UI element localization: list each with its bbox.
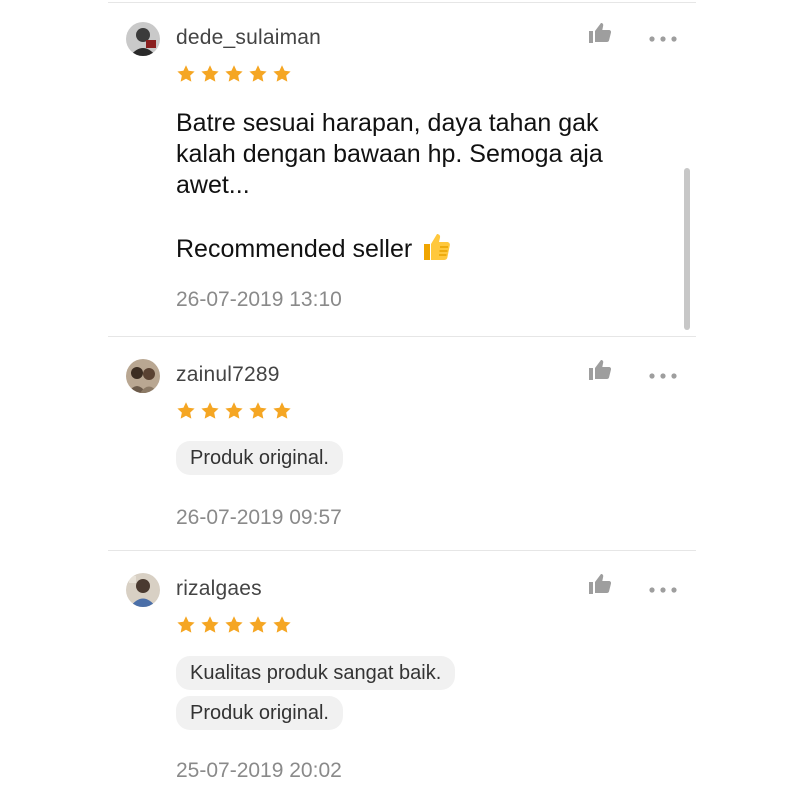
avatar[interactable] [126, 22, 160, 56]
review-extra-text: Recommended seller [176, 235, 413, 263]
star-icon [201, 65, 219, 82]
review-item: rizalgaes Kualitas produk sangat baik. P… [108, 551, 696, 800]
username[interactable]: rizalgaes [176, 577, 262, 601]
star-rating [176, 401, 292, 421]
star-icon [177, 65, 195, 82]
review-tag: Produk original. [176, 441, 343, 475]
review-item: zainul7289 Produk original. 26-07-2019 0… [108, 337, 696, 550]
star-icon [273, 616, 291, 633]
star-icon [249, 616, 267, 633]
more-options-icon[interactable] [648, 581, 678, 593]
username[interactable]: zainul7289 [176, 363, 280, 387]
thumbs-up-emoji-icon [420, 230, 452, 269]
review-timestamp: 25-07-2019 20:02 [176, 759, 342, 782]
star-icon [225, 65, 243, 82]
review-extra: Recommended seller [176, 230, 452, 269]
star-icon [273, 65, 291, 82]
review-tag: Produk original. [176, 696, 343, 730]
more-options-icon[interactable] [648, 367, 678, 379]
review-timestamp: 26-07-2019 13:10 [176, 288, 342, 311]
avatar[interactable] [126, 359, 160, 393]
star-icon [225, 616, 243, 633]
thumbs-up-icon[interactable] [588, 22, 612, 44]
star-icon [177, 616, 195, 633]
star-rating [176, 615, 292, 635]
review-tag: Kualitas produk sangat baik. [176, 656, 456, 690]
star-icon [273, 402, 291, 419]
avatar[interactable] [126, 573, 160, 607]
star-icon [177, 402, 195, 419]
star-rating [176, 64, 292, 84]
thumbs-up-icon[interactable] [588, 359, 612, 381]
star-icon [249, 65, 267, 82]
review-item: dede_sulaiman Batre sesuai harapan, daya… [108, 0, 696, 336]
star-icon [225, 402, 243, 419]
star-icon [201, 402, 219, 419]
star-icon [201, 616, 219, 633]
star-icon [249, 402, 267, 419]
review-text: Batre sesuai harapan, daya tahan gak kal… [176, 109, 603, 199]
review-timestamp: 26-07-2019 09:57 [176, 506, 342, 529]
thumbs-up-icon[interactable] [588, 573, 612, 595]
username[interactable]: dede_sulaiman [176, 26, 321, 50]
more-options-icon[interactable] [648, 30, 678, 42]
